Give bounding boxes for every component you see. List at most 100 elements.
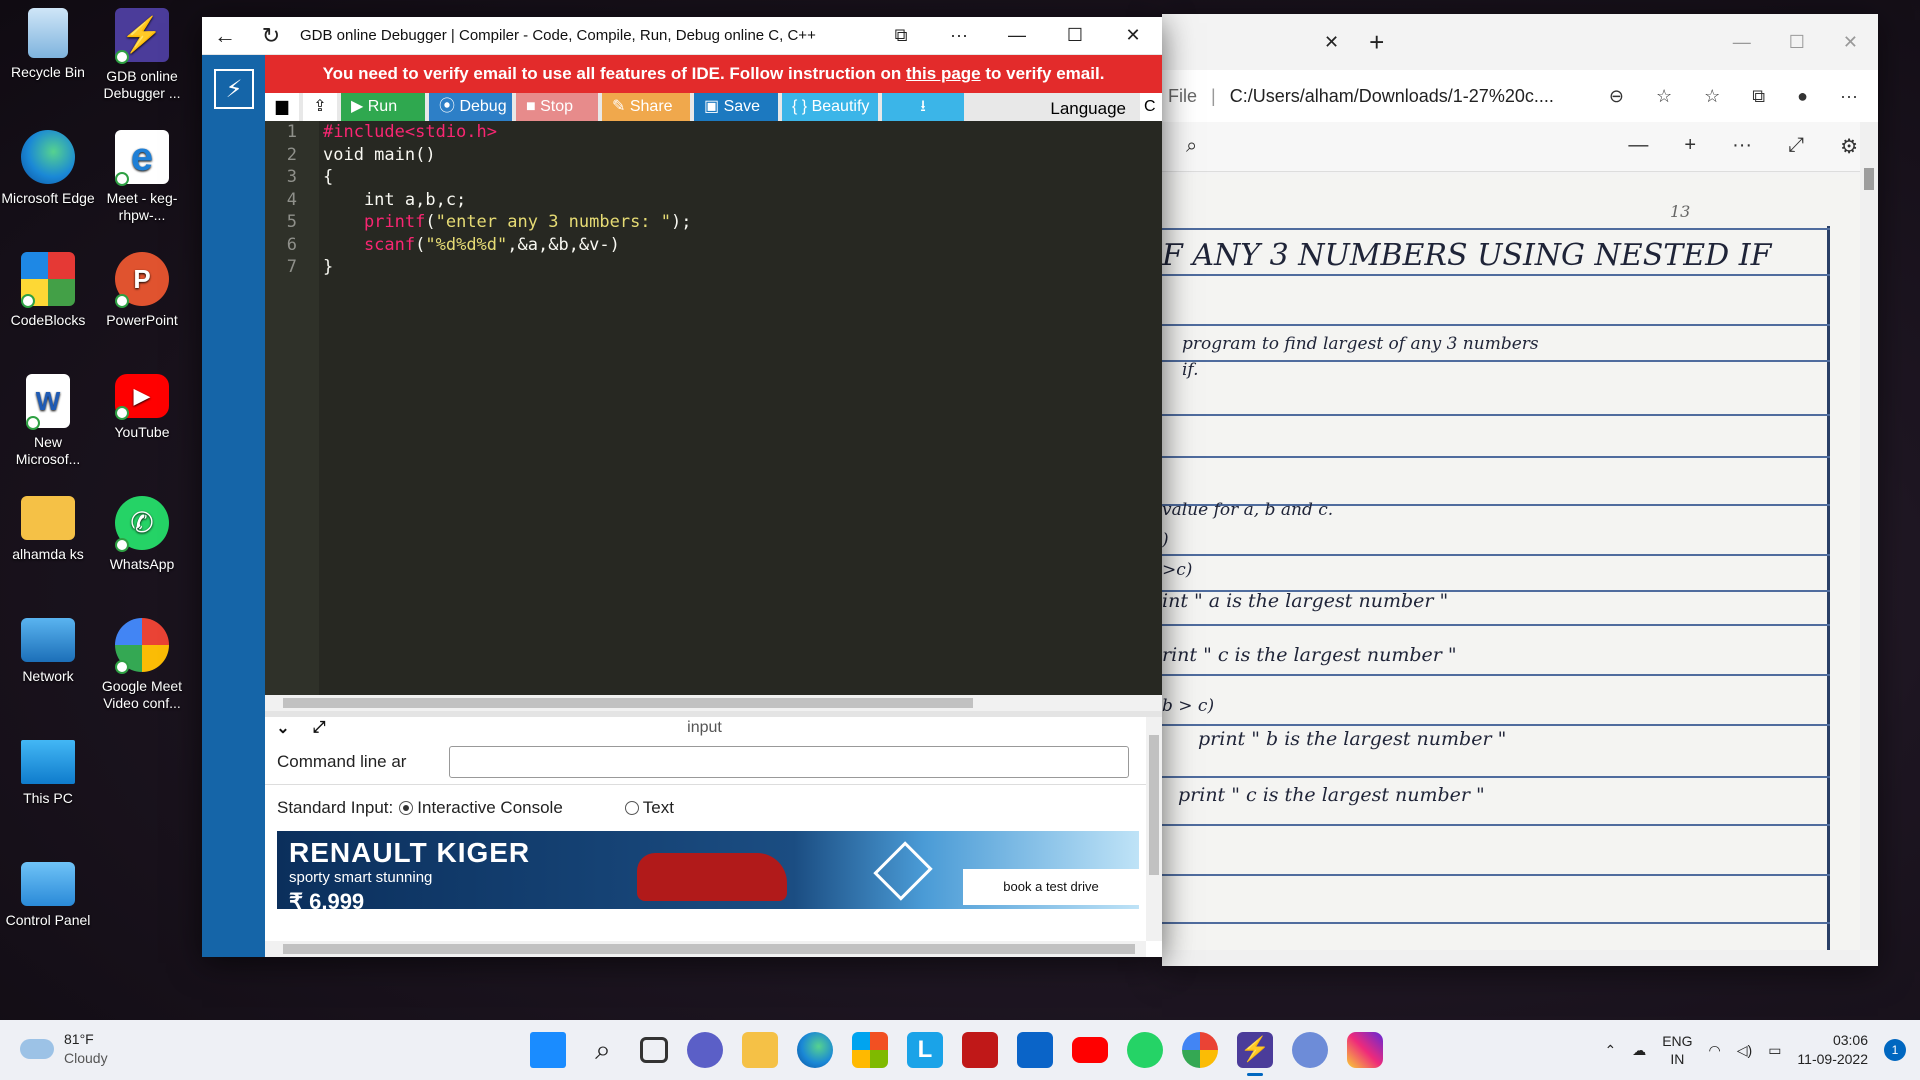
edge-address-bar[interactable]: File | C:/Users/alham/Downloads/1-27%20c… <box>1162 70 1878 122</box>
desktop-icon-codeblocks[interactable]: CodeBlocks <box>0 252 96 329</box>
code-lines[interactable]: #include<stdio.h> void main() { int a,b,… <box>323 121 1162 279</box>
code-line[interactable]: } <box>323 256 1162 279</box>
task-view-icon[interactable] <box>640 1037 668 1063</box>
address-text[interactable]: C:/Users/alham/Downloads/1-27%20c.... <box>1230 86 1554 107</box>
editor-horizontal-scrollbar[interactable] <box>265 695 1162 711</box>
text-option-label[interactable]: Text <box>643 798 674 818</box>
weather-widget[interactable]: 81°F Cloudy <box>20 1030 108 1068</box>
instagram-icon[interactable] <box>1347 1032 1383 1068</box>
desktop-icon-alhamda-folder[interactable]: alhamda ks <box>0 496 96 563</box>
desktop-icon-edge[interactable]: Microsoft Edge <box>0 130 96 207</box>
edge-icon[interactable] <box>797 1032 833 1068</box>
tab-close-icon[interactable]: ✕ <box>1324 32 1339 53</box>
desktop-icon-meet[interactable]: e Meet - keg-rhpw-... <box>94 130 190 224</box>
battery-icon[interactable]: ▭ <box>1768 1042 1781 1059</box>
input-horizontal-scrollbar[interactable] <box>265 941 1146 957</box>
desktop-icon-youtube[interactable]: ▶ YouTube <box>94 374 190 441</box>
chevron-up-icon[interactable]: ⌃ <box>1604 1042 1616 1059</box>
scrollbar-thumb[interactable] <box>283 944 1135 954</box>
code-line[interactable]: scanf("%d%d%d",&a,&b,&v-) <box>323 234 1162 257</box>
mcafee-shield-icon[interactable] <box>962 1032 998 1068</box>
zoom-in-icon[interactable]: + <box>1684 134 1696 159</box>
code-editor[interactable]: 1 2 3 4 5 6 7 #include<stdio.h> void mai… <box>265 121 1162 711</box>
maximize-icon[interactable]: ☐ <box>1046 25 1104 46</box>
add-favorite-icon[interactable]: ☆ <box>1656 86 1672 107</box>
l-app-icon[interactable]: L <box>907 1032 943 1068</box>
code-line[interactable]: printf("enter any 3 numbers: "); <box>323 211 1162 234</box>
app-view-icon[interactable]: ⧉ <box>872 25 930 46</box>
desktop-icon-word[interactable]: W New Microsof... <box>0 374 96 468</box>
more-icon[interactable]: ··· <box>930 25 988 46</box>
refresh-icon[interactable]: ↻ <box>248 23 294 49</box>
collections-icon[interactable]: ⧉ <box>1752 86 1765 107</box>
beautify-button[interactable]: { } Beautify <box>782 93 878 121</box>
file-explorer-icon[interactable] <box>742 1032 778 1068</box>
desktop-icon-this-pc[interactable]: This PC <box>0 740 96 807</box>
google-icon[interactable] <box>1182 1032 1218 1068</box>
expand-icon[interactable]: ⤢ <box>301 719 337 737</box>
minimize-icon[interactable]: — <box>1733 32 1751 53</box>
outlook-icon[interactable] <box>1017 1032 1053 1068</box>
zoom-out-icon[interactable]: — <box>1628 134 1648 159</box>
input-language[interactable]: ENG IN <box>1662 1032 1692 1068</box>
code-line[interactable]: int a,b,c; <box>323 189 1162 212</box>
text-radio[interactable] <box>624 801 639 815</box>
collapse-chevron-icon[interactable]: ⌄ <box>265 718 301 738</box>
desktop-icon-gdb[interactable]: ⚡ GDB online Debugger ... <box>94 8 190 102</box>
code-line[interactable]: void main() <box>323 144 1162 167</box>
code-line[interactable]: { <box>323 166 1162 189</box>
zoom-icon[interactable]: ⊖ <box>1609 86 1624 107</box>
scrollbar-thumb[interactable] <box>1149 735 1159 875</box>
pdf-vertical-scrollbar[interactable] <box>1860 122 1878 950</box>
more-icon[interactable]: ··· <box>1840 86 1858 107</box>
wifi-icon[interactable]: ◠ <box>1709 1042 1721 1059</box>
interactive-console-radio[interactable] <box>399 801 414 815</box>
gdb-lightning-icon[interactable]: ⚡ <box>214 69 254 109</box>
desktop-icon-network[interactable]: Network <box>0 618 96 685</box>
desktop-icon-powerpoint[interactable]: P PowerPoint <box>94 252 190 329</box>
volume-icon[interactable]: ◁) <box>1737 1042 1752 1059</box>
save-button[interactable]: ▣ Save <box>694 93 778 121</box>
search-icon[interactable]: ⌕ <box>585 1032 621 1068</box>
fit-page-icon[interactable]: ⤢ <box>1788 134 1804 159</box>
pdf-more-icon[interactable]: ··· <box>1732 134 1752 159</box>
stop-button[interactable]: ■ Stop <box>516 93 598 121</box>
language-select[interactable]: C <box>1140 93 1162 121</box>
renault-ad-banner[interactable]: RENAULT KIGER sporty smart stunning ₹ 6,… <box>277 831 1139 909</box>
close-icon[interactable]: ✕ <box>1104 25 1162 46</box>
download-button[interactable]: ⭳ <box>882 93 964 121</box>
debug-button[interactable]: ⦿ Debug <box>429 93 512 121</box>
desktop-icon-control-panel[interactable]: Control Panel <box>0 862 96 929</box>
new-file-icon[interactable]: ▆ <box>265 93 299 121</box>
ad-cta-button[interactable]: book a test drive <box>963 869 1139 905</box>
back-arrow-icon[interactable]: ← <box>202 23 248 49</box>
maximize-icon[interactable]: ☐ <box>1789 32 1805 53</box>
settings-gear-icon[interactable]: ⚙ <box>1840 134 1858 159</box>
settings-gear-icon[interactable] <box>1292 1032 1328 1068</box>
youtube-icon[interactable] <box>1072 1037 1108 1063</box>
desktop-icon-whatsapp[interactable]: ✆ WhatsApp <box>94 496 190 573</box>
gdb-lightning-icon[interactable]: ⚡ <box>1237 1032 1273 1076</box>
input-vertical-scrollbar[interactable] <box>1146 717 1162 941</box>
notification-badge[interactable]: 1 <box>1884 1039 1906 1061</box>
pdf-search-icon[interactable]: ⌕ <box>1186 135 1197 158</box>
command-line-input[interactable] <box>449 745 1129 778</box>
scrollbar-thumb[interactable] <box>283 698 973 708</box>
run-button[interactable]: ▶ Run <box>341 93 425 121</box>
microsoft-store-icon[interactable] <box>852 1032 888 1068</box>
favorites-icon[interactable]: ☆ <box>1704 86 1720 107</box>
clock[interactable]: 03:06 11-09-2022 <box>1797 1031 1868 1069</box>
scrollbar-thumb[interactable] <box>1864 168 1874 190</box>
profile-avatar-icon[interactable]: ● <box>1797 86 1808 107</box>
close-icon[interactable]: ✕ <box>1843 32 1858 53</box>
desktop-icon-recycle-bin[interactable]: Recycle Bin <box>0 8 96 81</box>
desktop-icon-google-meet[interactable]: Google Meet Video conf... <box>94 618 190 712</box>
whatsapp-icon[interactable] <box>1127 1032 1163 1068</box>
upload-icon[interactable]: ⇪ <box>303 93 337 121</box>
new-tab-icon[interactable]: + <box>1369 27 1384 58</box>
onedrive-cloud-icon[interactable]: ☁ <box>1632 1042 1646 1059</box>
teams-chat-icon[interactable] <box>687 1032 723 1068</box>
interactive-console-label[interactable]: Interactive Console <box>417 798 563 818</box>
share-button[interactable]: ✎ Share <box>602 93 690 121</box>
code-line[interactable]: #include<stdio.h> <box>323 121 1162 144</box>
